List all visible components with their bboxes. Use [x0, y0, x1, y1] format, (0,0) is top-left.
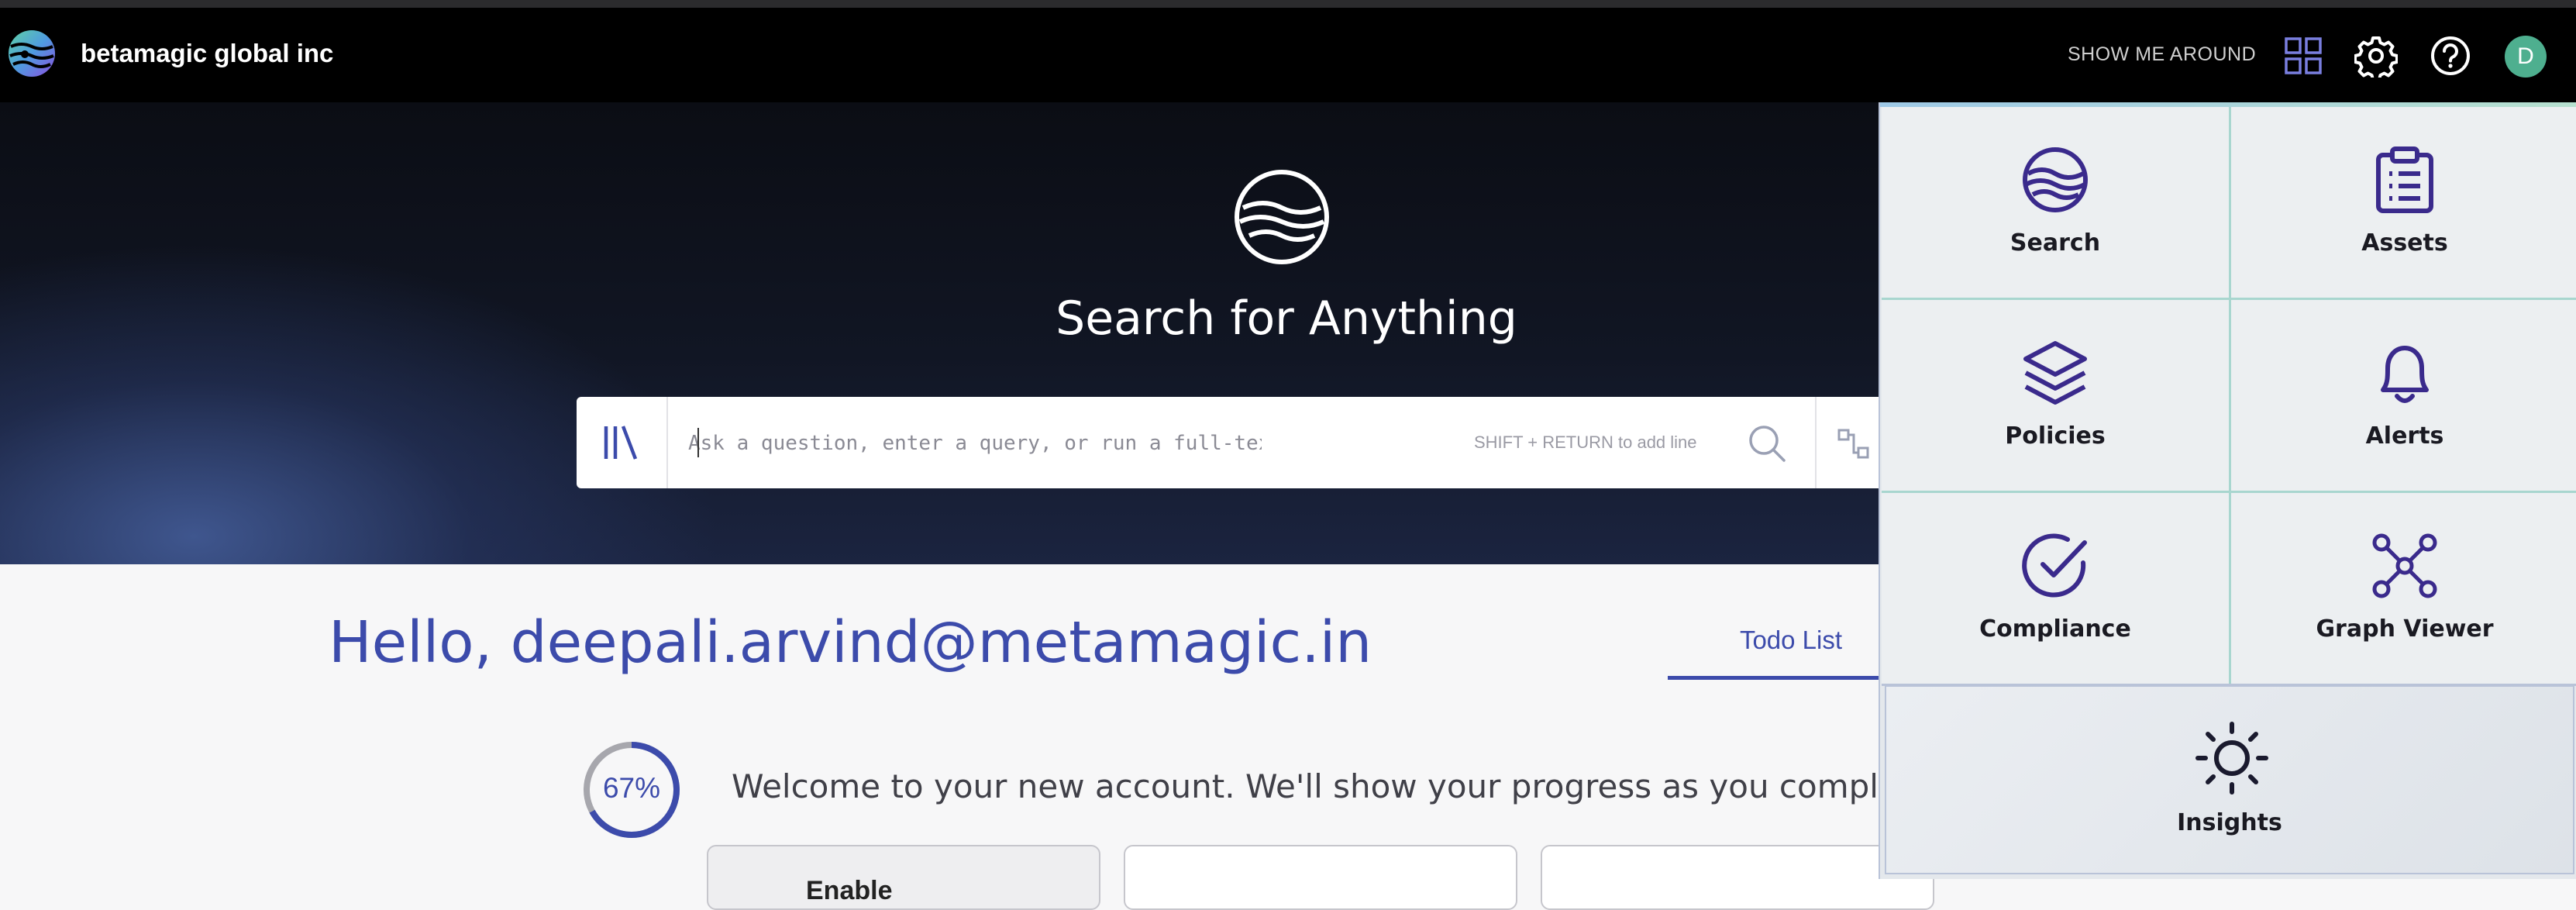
- query-builder-icon[interactable]: [1837, 426, 1872, 462]
- search-brand-icon: [1235, 170, 1329, 264]
- menu-item-assets[interactable]: Assets: [2231, 107, 2576, 298]
- progress-percent: 67%: [602, 772, 661, 804]
- menu-item-compliance[interactable]: Compliance: [1882, 493, 2229, 684]
- search-icon[interactable]: [1747, 423, 1787, 464]
- menu-item-label: Policies: [2005, 422, 2106, 450]
- help-icon[interactable]: [2429, 34, 2472, 78]
- user-avatar[interactable]: D: [2505, 36, 2547, 78]
- tab-todo-list[interactable]: Todo List: [1668, 611, 1914, 680]
- onboarding-card[interactable]: [1124, 845, 1517, 910]
- menu-grid-divider: [1882, 298, 2576, 300]
- greeting-heading: Hello, deepali.arvind@metamagic.in: [329, 609, 1372, 676]
- onboarding-card[interactable]: Enable: [707, 845, 1100, 910]
- graph-icon: [2372, 533, 2437, 598]
- clipboard-icon: [2376, 146, 2433, 213]
- menu-item-label: Compliance: [1979, 615, 2131, 643]
- onboarding-card-label: Enable: [806, 876, 893, 905]
- menu-item-label: Alerts: [2365, 422, 2444, 450]
- text-caret: [697, 428, 699, 457]
- menu-grid-divider: [2229, 107, 2231, 684]
- app-switcher-menu: Search Assets Policies Alerts Compliance…: [1879, 102, 2576, 879]
- menu-item-graph-viewer[interactable]: Graph Viewer: [2231, 493, 2576, 684]
- multiline-hint: SHIFT + RETURN to add line: [1474, 433, 1697, 452]
- hero-title: Search for Anything: [1056, 291, 1517, 346]
- search-brand-icon: [2023, 147, 2088, 212]
- menu-item-search[interactable]: Search: [1882, 107, 2229, 298]
- gear-icon[interactable]: [2354, 34, 2398, 78]
- menu-item-label: Search: [2009, 229, 2101, 257]
- show-me-around-link[interactable]: SHOW ME AROUND: [2068, 43, 2256, 66]
- menu-item-policies[interactable]: Policies: [1882, 300, 2229, 491]
- top-nav-bar: betamagic global inc SHOW ME AROUND D: [0, 8, 2576, 102]
- check-circle-icon: [2022, 533, 2087, 598]
- library-icon: [604, 426, 638, 460]
- welcome-message: Welcome to your new account. We'll show …: [732, 767, 1879, 805]
- sun-icon: [2195, 722, 2268, 795]
- menu-grid-divider: [1882, 491, 2576, 493]
- organization-name[interactable]: betamagic global inc: [81, 39, 333, 68]
- menu-item-insights[interactable]: Insights: [1885, 685, 2574, 874]
- apps-grid-icon[interactable]: [2282, 34, 2325, 78]
- menu-item-label: Graph Viewer: [2316, 615, 2494, 643]
- search-divider: [1815, 397, 1817, 488]
- search-bar: SHIFT + RETURN to add line: [577, 397, 1894, 488]
- menu-item-alerts[interactable]: Alerts: [2231, 300, 2576, 491]
- onboarding-card[interactable]: [1541, 845, 1934, 910]
- layers-icon: [2023, 341, 2087, 405]
- window-top-strip: [0, 0, 2576, 8]
- menu-item-label: Insights: [2177, 809, 2282, 836]
- library-button[interactable]: [577, 397, 668, 488]
- brand-logo-icon[interactable]: [6, 28, 57, 79]
- menu-item-label: Assets: [2361, 229, 2448, 257]
- bell-icon: [2381, 346, 2429, 403]
- search-input[interactable]: [687, 422, 1263, 465]
